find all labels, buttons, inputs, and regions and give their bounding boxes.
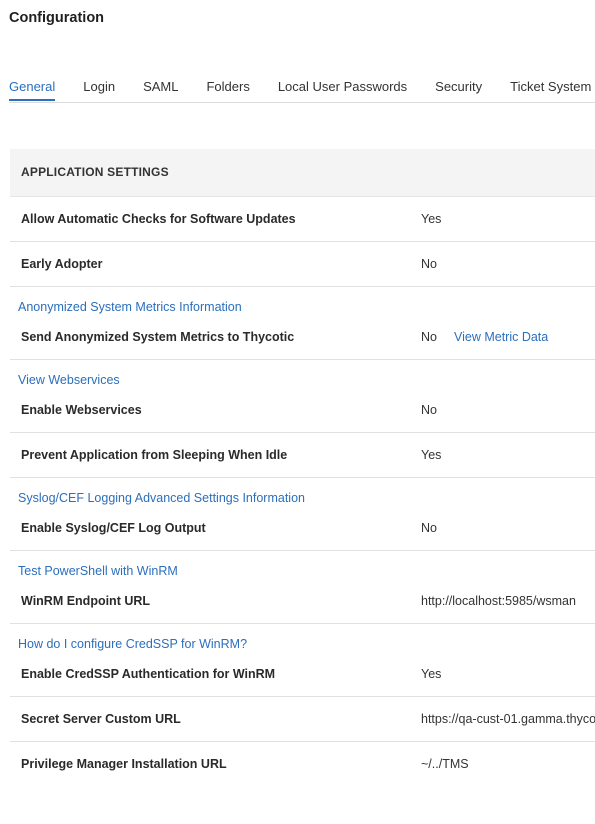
setting-value: Yes <box>421 212 442 226</box>
setting-label: Enable CredSSP Authentication for WinRM <box>21 666 276 681</box>
setting-row-early-adopter: Early Adopter No <box>10 242 595 287</box>
setting-label: Enable Syslog/CEF Log Output <box>21 520 206 535</box>
setting-row-send-metrics: Send Anonymized System Metrics to Thycot… <box>10 314 595 359</box>
syslog-info-link[interactable]: Syslog/CEF Logging Advanced Settings Inf… <box>10 478 595 505</box>
setting-label: Privilege Manager Installation URL <box>21 757 227 771</box>
tab-general[interactable]: General <box>9 78 56 101</box>
setting-value: No <box>421 329 437 344</box>
setting-label: Early Adopter <box>21 257 103 271</box>
setting-label: Enable Webservices <box>21 402 142 417</box>
setting-row-credssp-auth: Enable CredSSP Authentication for WinRM … <box>10 651 595 696</box>
setting-row-syslog-output: Enable Syslog/CEF Log Output No <box>10 505 595 550</box>
setting-value: No <box>421 520 437 535</box>
view-metric-data-link[interactable]: View Metric Data <box>454 330 548 344</box>
tab-local-user-passwords[interactable]: Local User Passwords <box>278 78 407 101</box>
setting-value: http://localhost:5985/wsman <box>421 593 576 608</box>
setting-group-webservices: View Webservices Enable Webservices No P… <box>10 360 595 478</box>
tab-ticket-system[interactable]: Ticket System <box>510 78 591 101</box>
setting-value: Yes <box>421 666 442 681</box>
tab-login[interactable]: Login <box>83 78 115 101</box>
setting-label: Allow Automatic Checks for Software Upda… <box>21 212 296 226</box>
setting-label: WinRM Endpoint URL <box>21 593 151 608</box>
setting-group-metrics: Anonymized System Metrics Information Se… <box>10 287 595 360</box>
setting-group-powershell: Test PowerShell with WinRM WinRM Endpoin… <box>10 551 595 624</box>
metrics-info-link[interactable]: Anonymized System Metrics Information <box>10 287 595 314</box>
setting-group-credssp: How do I configure CredSSP for WinRM? En… <box>10 624 595 697</box>
application-settings-panel: APPLICATION SETTINGS Allow Automatic Che… <box>10 149 595 786</box>
page-title: Configuration <box>9 10 105 26</box>
setting-label: Prevent Application from Sleeping When I… <box>21 448 288 462</box>
tab-saml[interactable]: SAML <box>143 78 178 101</box>
setting-value: Yes <box>421 448 442 462</box>
view-webservices-link[interactable]: View Webservices <box>10 360 595 387</box>
setting-row-privilege-manager-url: Privilege Manager Installation URL ~/../… <box>10 742 595 786</box>
setting-group-syslog: Syslog/CEF Logging Advanced Settings Inf… <box>10 478 595 551</box>
credssp-help-link[interactable]: How do I configure CredSSP for WinRM? <box>10 624 595 651</box>
setting-row-custom-url: Secret Server Custom URL https://qa-cust… <box>10 697 595 742</box>
test-powershell-link[interactable]: Test PowerShell with WinRM <box>10 551 595 578</box>
config-tabs: General Login SAML Folders Local User Pa… <box>9 78 595 103</box>
setting-row-auto-updates: Allow Automatic Checks for Software Upda… <box>10 197 595 242</box>
section-header: APPLICATION SETTINGS <box>10 149 595 197</box>
setting-row-winrm-url: WinRM Endpoint URL http://localhost:5985… <box>10 578 595 623</box>
tab-folders[interactable]: Folders <box>206 78 249 101</box>
setting-value: https://qa-cust-01.gamma.thycotic.com <box>421 712 595 726</box>
tab-security[interactable]: Security <box>435 78 482 101</box>
setting-row-enable-webservices: Enable Webservices No <box>10 387 595 433</box>
setting-row-prevent-sleep: Prevent Application from Sleeping When I… <box>10 433 595 477</box>
setting-value: No <box>421 402 437 417</box>
setting-label: Secret Server Custom URL <box>21 712 181 726</box>
setting-label: Send Anonymized System Metrics to Thycot… <box>21 329 295 344</box>
setting-value: ~/../TMS <box>421 757 469 771</box>
setting-value: No <box>421 257 437 271</box>
